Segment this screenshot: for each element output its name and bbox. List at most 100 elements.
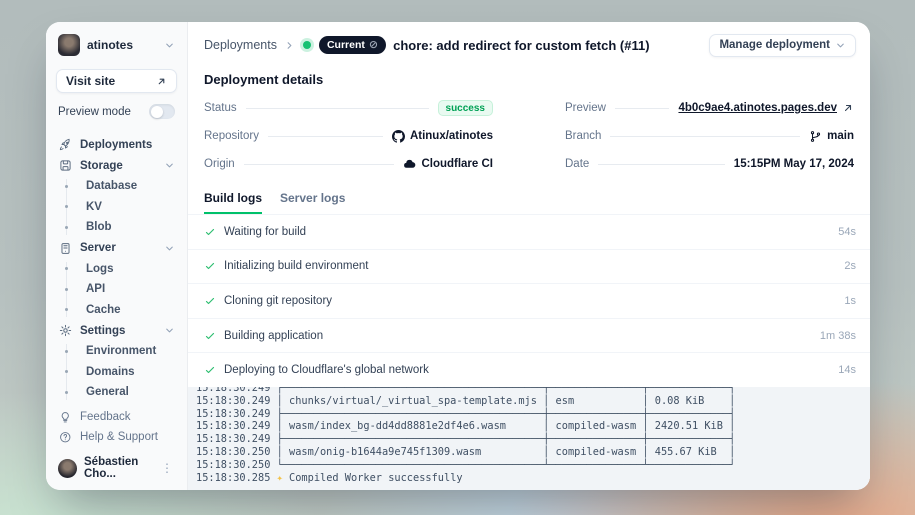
repository-label: Repository [204, 130, 259, 142]
tab-server-logs[interactable]: Server logs [280, 191, 345, 214]
bullet-icon [65, 308, 68, 311]
sidebar-item-logs[interactable]: Logs [56, 259, 177, 280]
status-badge: success [438, 100, 493, 116]
git-branch-icon [809, 130, 822, 143]
visit-site-label: Visit site [66, 74, 115, 88]
sidebar-item-settings[interactable]: Settings [56, 320, 177, 341]
help-support-label: Help & Support [80, 431, 158, 443]
chevron-right-icon [284, 40, 295, 51]
sidebar-item-label: Settings [80, 325, 156, 337]
section-title: Deployment details [188, 55, 870, 87]
detail-row-origin: Origin Cloudflare CI [204, 150, 493, 178]
check-icon [204, 330, 216, 342]
sidebar-item-label: Cache [86, 304, 121, 316]
user-avatar [58, 459, 77, 478]
slash-circle-icon[interactable]: ⊘ [369, 40, 378, 51]
check-icon [204, 364, 216, 376]
external-link-icon[interactable] [842, 102, 854, 114]
preview-mode-toggle[interactable] [149, 104, 175, 119]
sidebar-item-general[interactable]: General [56, 382, 177, 403]
build-step-row[interactable]: Initializing build environment 2s [188, 249, 870, 284]
sidebar-item-cache[interactable]: Cache [56, 300, 177, 321]
help-circle-icon [58, 430, 72, 444]
repository-value[interactable]: Atinux/atinotes [410, 130, 493, 142]
build-step-row[interactable]: Waiting for build 54s [188, 214, 870, 249]
external-link-icon [156, 76, 167, 87]
check-icon [204, 295, 216, 307]
date-label: Date [565, 158, 589, 170]
preview-label: Preview [565, 102, 606, 114]
manage-deployment-button[interactable]: Manage deployment [709, 34, 856, 57]
logs-tabs: Build logs Server logs [188, 178, 870, 214]
deployment-header: Deployments Current ⊘ chore: add redirec… [188, 22, 870, 55]
chevron-down-icon [164, 243, 175, 254]
date-value: 15:15PM May 17, 2024 [734, 158, 854, 170]
log-timestamp: 15:18:30.285 [196, 472, 270, 484]
visit-site-button[interactable]: Visit site [56, 69, 177, 93]
build-step-row[interactable]: Building application 1m 38s [188, 318, 870, 353]
check-icon [204, 260, 216, 272]
sidebar: atinotes Visit site Preview mode [46, 22, 188, 490]
github-icon [392, 130, 405, 143]
storage-subnav: Database KV Blob [56, 176, 177, 238]
workspace-name: atinotes [87, 38, 157, 52]
sidebar-item-label: Database [86, 180, 137, 192]
status-label: Status [204, 102, 237, 114]
origin-label: Origin [204, 158, 235, 170]
current-badge: Current ⊘ [319, 36, 386, 54]
server-subnav: Logs API Cache [56, 259, 177, 321]
build-step-duration: 54s [838, 226, 856, 238]
sidebar-item-label: API [86, 283, 105, 295]
sidebar-item-deployments[interactable]: Deployments [56, 134, 177, 155]
preview-url-link[interactable]: 4b0c9ae4.atinotes.pages.dev [678, 102, 837, 114]
breadcrumb-deployments[interactable]: Deployments [204, 38, 277, 52]
bullet-icon [65, 185, 68, 188]
sidebar-footer: Feedback Help & Support Sébastien Cho...… [56, 407, 177, 480]
sidebar-item-label: Blob [86, 221, 112, 233]
bullet-icon [65, 267, 68, 270]
build-step-duration: 1m 38s [820, 330, 856, 342]
build-step-label: Deploying to Cloudflare's global network [224, 364, 838, 376]
sidebar-item-api[interactable]: API [56, 279, 177, 300]
divider [610, 136, 800, 137]
app-window: atinotes Visit site Preview mode [46, 22, 870, 490]
sidebar-item-kv[interactable]: KV [56, 197, 177, 218]
chevron-down-icon [164, 325, 175, 336]
build-step-row[interactable]: Cloning git repository 1s [188, 283, 870, 318]
build-step-duration: 2s [844, 260, 856, 272]
check-icon [204, 226, 216, 238]
help-support-link[interactable]: Help & Support [56, 427, 177, 447]
sidebar-item-label: Storage [80, 160, 156, 172]
divider [244, 164, 395, 165]
bullet-icon [65, 205, 68, 208]
deployment-title: chore: add redirect for custom fetch (#1… [393, 38, 702, 53]
user-menu[interactable]: Sébastien Cho... ⋮ [56, 456, 177, 480]
build-step-label: Initializing build environment [224, 260, 844, 272]
detail-row-branch: Branch main [565, 122, 854, 150]
detail-row-preview: Preview 4b0c9ae4.atinotes.pages.dev [565, 94, 854, 122]
workspace-selector[interactable]: atinotes [56, 33, 177, 57]
feedback-link[interactable]: Feedback [56, 407, 177, 427]
sidebar-item-domains[interactable]: Domains [56, 362, 177, 383]
bullet-icon [65, 288, 68, 291]
sidebar-item-environment[interactable]: Environment [56, 341, 177, 362]
sidebar-item-database[interactable]: Database [56, 176, 177, 197]
build-step-label: Building application [224, 330, 820, 342]
live-status-dot [303, 41, 311, 49]
sidebar-item-label: Domains [86, 366, 135, 378]
preview-mode-row: Preview mode [56, 104, 177, 119]
sidebar-item-storage[interactable]: Storage [56, 155, 177, 176]
bullet-icon [65, 226, 68, 229]
sidebar-item-blob[interactable]: Blob [56, 217, 177, 238]
build-step-duration: 14s [838, 364, 856, 376]
current-badge-label: Current [327, 39, 365, 51]
bullet-icon [65, 350, 68, 353]
kebab-menu-icon[interactable]: ⋮ [159, 461, 175, 475]
build-steps-list: Waiting for build 54s Initializing build… [188, 214, 870, 387]
build-step-row[interactable]: Deploying to Cloudflare's global network… [188, 352, 870, 387]
preview-mode-label: Preview mode [58, 106, 149, 118]
sidebar-nav: Deployments Storage Database KV Blob [56, 134, 177, 403]
tab-build-logs[interactable]: Build logs [204, 191, 262, 214]
sidebar-item-server[interactable]: Server [56, 238, 177, 259]
detail-row-status: Status success [204, 94, 493, 122]
